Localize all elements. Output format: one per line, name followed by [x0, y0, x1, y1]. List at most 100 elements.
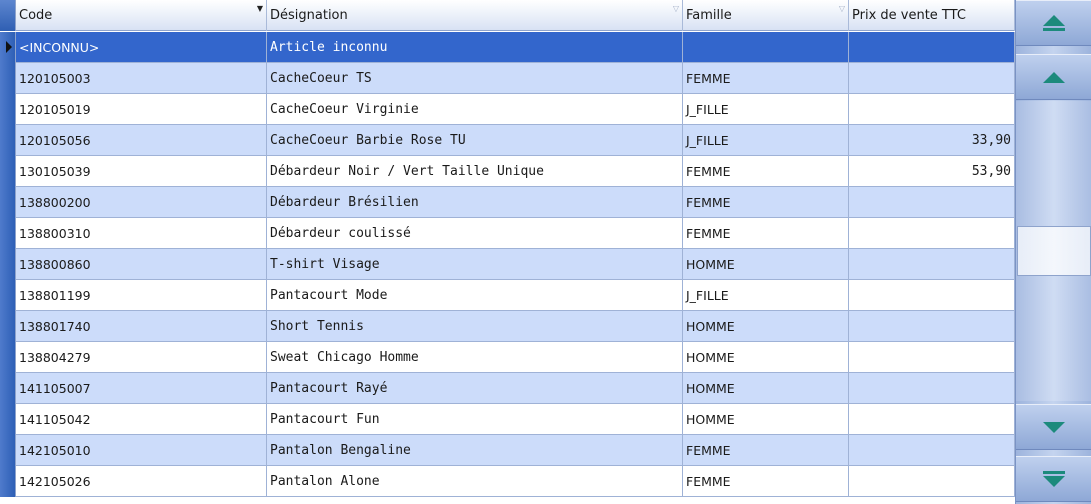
cell-designation[interactable]: T-shirt Visage — [267, 249, 683, 280]
row-indicator[interactable] — [0, 156, 16, 187]
row-indicator[interactable] — [0, 342, 16, 373]
row-indicator[interactable] — [0, 218, 16, 249]
cell-designation[interactable]: Short Tennis — [267, 311, 683, 342]
cell-designation[interactable]: Débardeur coulissé — [267, 218, 683, 249]
cell-prix[interactable] — [849, 311, 1015, 342]
table-row[interactable]: 142105010 Pantalon Bengaline FEMME — [0, 435, 1015, 466]
cell-prix[interactable] — [849, 63, 1015, 94]
cell-designation[interactable]: Pantalon Alone — [267, 466, 683, 497]
table-row[interactable]: 138801199 Pantacourt Mode J_FILLE — [0, 280, 1015, 311]
cell-famille[interactable]: J_FILLE — [683, 125, 849, 156]
cell-prix[interactable] — [849, 94, 1015, 125]
cell-designation[interactable]: Pantalon Bengaline — [267, 435, 683, 466]
table-row[interactable]: 120105019 CacheCoeur Virginie J_FILLE — [0, 94, 1015, 125]
cell-famille[interactable]: FEMME — [683, 63, 849, 94]
table-row[interactable]: 130105039 Débardeur Noir / Vert Taille Un… — [0, 156, 1015, 187]
cell-prix[interactable] — [849, 218, 1015, 249]
filter-icon[interactable]: ▽ — [839, 4, 845, 13]
row-indicator[interactable] — [0, 404, 16, 435]
scroll-next-button[interactable] — [1016, 404, 1091, 450]
cell-prix[interactable] — [849, 280, 1015, 311]
articles-grid[interactable]: Code ▼ Désignation ▽ Famille ▽ Prix de v… — [0, 0, 1015, 504]
cell-designation[interactable]: Pantacourt Fun — [267, 404, 683, 435]
row-indicator[interactable] — [0, 435, 16, 466]
cell-famille[interactable]: HOMME — [683, 404, 849, 435]
row-indicator[interactable] — [0, 466, 16, 497]
cell-prix[interactable] — [849, 187, 1015, 218]
sort-desc-icon[interactable]: ▼ — [257, 4, 263, 13]
cell-code[interactable]: 142105010 — [16, 435, 267, 466]
cell-prix[interactable] — [849, 404, 1015, 435]
table-row[interactable]: 120105003 CacheCoeur TS FEMME — [0, 63, 1015, 94]
table-row[interactable]: 120105056 CacheCoeur Barbie Rose TU J_FILL… — [0, 125, 1015, 156]
cell-designation[interactable]: CacheCoeur Virginie — [267, 94, 683, 125]
cell-designation[interactable]: Article inconnu — [267, 32, 683, 63]
row-indicator[interactable] — [0, 280, 16, 311]
cell-famille[interactable]: J_FILLE — [683, 94, 849, 125]
cell-code[interactable]: 120105019 — [16, 94, 267, 125]
cell-famille[interactable]: FEMME — [683, 218, 849, 249]
cell-famille[interactable]: HOMME — [683, 342, 849, 373]
scroll-last-button[interactable] — [1016, 456, 1091, 502]
table-row[interactable]: 142105026 Pantalon Alone FEMME — [0, 466, 1015, 497]
cell-code[interactable]: 120105056 — [16, 125, 267, 156]
cell-famille[interactable]: FEMME — [683, 156, 849, 187]
row-indicator[interactable] — [0, 373, 16, 404]
cell-prix[interactable] — [849, 435, 1015, 466]
cell-prix[interactable]: 33,90 — [849, 125, 1015, 156]
cell-famille[interactable]: HOMME — [683, 249, 849, 280]
cell-designation[interactable]: Sweat Chicago Homme — [267, 342, 683, 373]
cell-prix[interactable] — [849, 249, 1015, 280]
column-header-prix[interactable]: Prix de vente TTC — [849, 0, 1015, 31]
column-header-designation[interactable]: Désignation ▽ — [267, 0, 683, 31]
row-indicator[interactable] — [0, 125, 16, 156]
filter-icon[interactable]: ▽ — [673, 4, 679, 13]
cell-code[interactable]: <INCONNU> — [16, 32, 267, 63]
cell-famille[interactable]: HOMME — [683, 311, 849, 342]
scroll-first-button[interactable] — [1016, 0, 1091, 46]
cell-code[interactable]: 120105003 — [16, 63, 267, 94]
cell-famille[interactable]: FEMME — [683, 435, 849, 466]
cell-code[interactable]: 138800200 — [16, 187, 267, 218]
cell-code[interactable]: 138801740 — [16, 311, 267, 342]
cell-code[interactable]: 141105042 — [16, 404, 267, 435]
row-indicator[interactable] — [0, 63, 16, 94]
row-indicator[interactable] — [0, 311, 16, 342]
row-indicator[interactable] — [0, 94, 16, 125]
table-row[interactable]: 138804279 Sweat Chicago Homme HOMME — [0, 342, 1015, 373]
cell-designation[interactable]: Pantacourt Rayé — [267, 373, 683, 404]
grid-scrollbar[interactable] — [1015, 0, 1091, 504]
cell-code[interactable]: 138800310 — [16, 218, 267, 249]
cell-designation[interactable]: CacheCoeur Barbie Rose TU — [267, 125, 683, 156]
table-row[interactable]: 138800200 Débardeur Brésilien FEMME — [0, 187, 1015, 218]
cell-code[interactable]: 138801199 — [16, 280, 267, 311]
cell-famille[interactable]: FEMME — [683, 466, 849, 497]
cell-famille[interactable]: FEMME — [683, 187, 849, 218]
cell-prix[interactable]: 53,90 — [849, 156, 1015, 187]
cell-code[interactable]: 138804279 — [16, 342, 267, 373]
cell-famille[interactable] — [683, 32, 849, 63]
cell-prix[interactable] — [849, 466, 1015, 497]
scroll-thumb[interactable] — [1017, 226, 1091, 276]
cell-designation[interactable]: Débardeur Brésilien — [267, 187, 683, 218]
column-header-famille[interactable]: Famille ▽ — [683, 0, 849, 31]
table-row[interactable]: <INCONNU> Article inconnu — [0, 32, 1015, 63]
cell-designation[interactable]: Pantacourt Mode — [267, 280, 683, 311]
cell-designation[interactable]: CacheCoeur TS — [267, 63, 683, 94]
cell-code[interactable]: 141105007 — [16, 373, 267, 404]
column-header-code[interactable]: Code ▼ — [16, 0, 267, 31]
row-indicator[interactable] — [0, 187, 16, 218]
table-row[interactable]: 138800860 T-shirt Visage HOMME — [0, 249, 1015, 280]
cell-code[interactable]: 130105039 — [16, 156, 267, 187]
cell-prix[interactable] — [849, 373, 1015, 404]
row-indicator[interactable] — [0, 32, 16, 63]
table-row[interactable]: 141105042 Pantacourt Fun HOMME — [0, 404, 1015, 435]
cell-code[interactable]: 142105026 — [16, 466, 267, 497]
cell-prix[interactable] — [849, 32, 1015, 63]
row-indicator[interactable] — [0, 249, 16, 280]
scroll-prev-button[interactable] — [1016, 54, 1091, 100]
cell-designation[interactable]: Débardeur Noir / Vert Taille Unique — [267, 156, 683, 187]
cell-prix[interactable] — [849, 342, 1015, 373]
table-row[interactable]: 141105007 Pantacourt Rayé HOMME — [0, 373, 1015, 404]
cell-code[interactable]: 138800860 — [16, 249, 267, 280]
